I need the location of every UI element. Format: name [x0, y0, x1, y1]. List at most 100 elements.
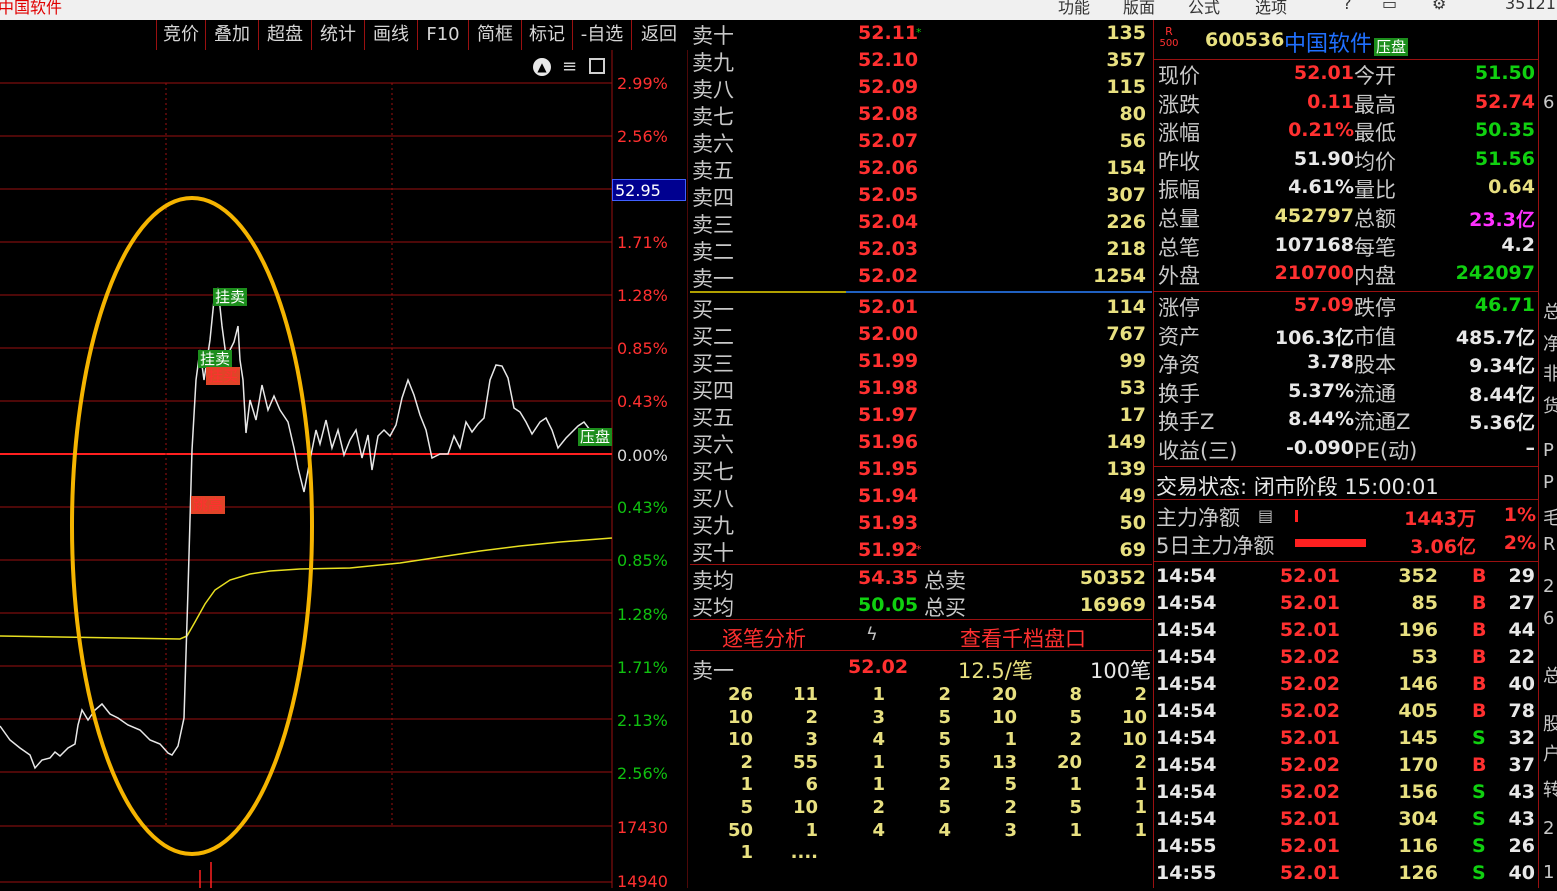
queue-cell: 10: [1121, 706, 1147, 728]
queue-cell: 5: [938, 729, 951, 751]
bid-row[interactable]: 买十 51.92 * 69: [690, 537, 1152, 565]
sell-order-marker[interactable]: 挂卖: [198, 350, 233, 368]
toolbar-overlay-button[interactable]: 叠加: [205, 20, 258, 50]
list-icon[interactable]: ▤: [1258, 506, 1273, 525]
ask-row[interactable]: 卖一 52.02 1254: [690, 263, 1152, 291]
bid-row[interactable]: 买三 51.99 99: [690, 348, 1152, 376]
tick-row[interactable]: 14:55 52.01 116 S 26: [1154, 833, 1538, 860]
edge-char: 1: [1543, 862, 1555, 883]
bid-row[interactable]: 买一 52.01 114: [690, 294, 1152, 322]
expand-icon[interactable]: ▲: [533, 58, 551, 76]
intraday-chart[interactable]: ▲ ≡ 2.99% 2.56% 1.71% 1.28% 0.85% 0.43% …: [0, 50, 688, 891]
menu-icon[interactable]: ≡: [562, 56, 577, 77]
tick-price: 52.02: [1279, 673, 1340, 695]
ask-price: 52.03: [858, 238, 919, 260]
ask-row[interactable]: 卖四 52.05 307: [690, 182, 1152, 210]
tick-row[interactable]: 14:54 52.02 146 B 40: [1154, 671, 1538, 698]
depth-view-link[interactable]: 查看千档盘口: [960, 623, 1086, 653]
stat-value: 106.3亿: [1274, 326, 1354, 349]
tick-row[interactable]: 14:54 52.01 145 S 32: [1154, 725, 1538, 752]
ask-row[interactable]: 卖九 52.10 357: [690, 47, 1152, 75]
buy-order-marker[interactable]: 挂买: [206, 367, 241, 385]
ask-row[interactable]: 卖五 52.06 154: [690, 155, 1152, 183]
ask-row[interactable]: 卖六 52.07 56: [690, 128, 1152, 156]
bid-row[interactable]: 买六 51.96 149: [690, 429, 1152, 457]
bid-row[interactable]: 买二 52.00 767: [690, 321, 1152, 349]
stat-label: 量比: [1354, 178, 1396, 203]
tick-row[interactable]: 14:55 52.01 126 S 40: [1154, 860, 1538, 887]
toolbar-super-button[interactable]: 超盘: [258, 20, 311, 50]
bid-row[interactable]: 买五 51.97 17: [690, 402, 1152, 430]
divider: [690, 619, 1152, 620]
tick-volume: 156: [1398, 781, 1438, 803]
tick-row[interactable]: 14:54 52.01 304 S 43: [1154, 806, 1538, 833]
bid-row[interactable]: 买八 51.94 49: [690, 483, 1152, 511]
tick-volume: 352: [1398, 565, 1438, 587]
toolbar-stats-button[interactable]: 统计: [311, 20, 364, 50]
stat-label: 涨幅: [1158, 121, 1200, 146]
tick-count: 43: [1508, 781, 1535, 803]
menu-item-layout[interactable]: 版面: [1123, 0, 1155, 18]
ask-row[interactable]: 卖七 52.08 80: [690, 101, 1152, 129]
toolbar-f10-button[interactable]: F10: [417, 20, 468, 50]
tick-side: B: [1472, 619, 1487, 641]
tick-row[interactable]: 14:54 52.01 85 B 27: [1154, 590, 1538, 617]
stat-value: 210700: [1274, 262, 1354, 285]
stat-label: 内盘: [1354, 264, 1396, 289]
edge-char: 货: [1543, 396, 1557, 417]
toolbar-watchlist-button[interactable]: -自选: [572, 20, 631, 50]
tick-time: 14:55: [1156, 835, 1217, 857]
stat-label: 最低: [1354, 121, 1396, 146]
toolbar-draw-button[interactable]: 画线: [364, 20, 417, 50]
ask-label: 卖十: [692, 24, 734, 48]
toolbar-auction-button[interactable]: 竞价: [156, 20, 205, 50]
stock-name[interactable]: 中国软件: [1284, 26, 1372, 58]
jump-marker[interactable]: 跳高: [191, 496, 226, 514]
toolbar-mark-button[interactable]: 标记: [521, 20, 572, 50]
total-buy-label: 总买: [924, 596, 966, 620]
stat-value: 452797: [1274, 205, 1354, 227]
ask-price: 52.10: [858, 49, 919, 71]
lightning-icon[interactable]: ϟ: [866, 624, 878, 645]
queue-cell: 1: [1134, 797, 1147, 818]
ask-row[interactable]: 卖三 52.04 226: [690, 209, 1152, 237]
edge-char: 6: [1543, 608, 1555, 629]
tick-analysis-link[interactable]: 逐笔分析: [722, 623, 806, 653]
tick-row[interactable]: 14:54 52.01 196 B 44: [1154, 617, 1538, 644]
tick-list[interactable]: 14:54 52.01 352 B 29 14:54 52.01 85 B 27 14:54 52.0…: [1154, 563, 1538, 888]
tick-side: B: [1472, 754, 1487, 776]
settings-icon[interactable]: ⚙: [1432, 0, 1446, 13]
tick-row[interactable]: 14:54 52.02 156 S 43: [1154, 779, 1538, 806]
ask-label: 卖六: [692, 132, 734, 156]
toolbar-back-button[interactable]: 返回: [631, 20, 686, 50]
window-icon[interactable]: ▭: [1382, 0, 1397, 13]
bid-row[interactable]: 买九 51.93 50: [690, 510, 1152, 538]
tick-side: B: [1472, 592, 1487, 614]
panel-toggle-icon[interactable]: [589, 58, 605, 74]
tick-row[interactable]: 14:54 52.01 352 B 29: [1154, 563, 1538, 590]
up-arrow-icon: *: [916, 26, 922, 39]
sell-order-marker[interactable]: 挂卖: [213, 288, 248, 306]
toolbar-simple-button[interactable]: 简框: [468, 20, 521, 50]
stock-code[interactable]: 600536: [1205, 29, 1284, 51]
help-icon[interactable]: ?: [1343, 0, 1352, 13]
tick-row[interactable]: 14:54 52.02 170 B 37: [1154, 752, 1538, 779]
stat-label: PE(动): [1354, 439, 1418, 463]
edge-char: 6: [1543, 92, 1555, 113]
tick-row[interactable]: 14:54 52.02 405 B 78: [1154, 698, 1538, 725]
five-day-net-label: 5日主力净额: [1156, 534, 1275, 558]
pressure-marker[interactable]: 压盘: [578, 428, 613, 446]
menu-item-options[interactable]: 选项: [1255, 0, 1287, 18]
ask-row[interactable]: 卖十 52.11 * 135: [690, 20, 1152, 48]
menu-item-formula[interactable]: 公式: [1188, 0, 1220, 18]
bid-row[interactable]: 买四 51.98 53: [690, 375, 1152, 403]
ask-row[interactable]: 卖二 52.03 218: [690, 236, 1152, 264]
ask-row[interactable]: 卖八 52.09 115: [690, 74, 1152, 102]
tick-time: 14:54: [1156, 808, 1217, 830]
bid-row[interactable]: 买七 51.95 139: [690, 456, 1152, 484]
queue-cell: 4: [872, 819, 885, 841]
ask-price: 52.04: [858, 211, 919, 233]
menu-item-function[interactable]: 功能: [1058, 0, 1090, 18]
tick-row[interactable]: 14:54 52.02 53 B 22: [1154, 644, 1538, 671]
tick-side: S: [1472, 835, 1486, 857]
